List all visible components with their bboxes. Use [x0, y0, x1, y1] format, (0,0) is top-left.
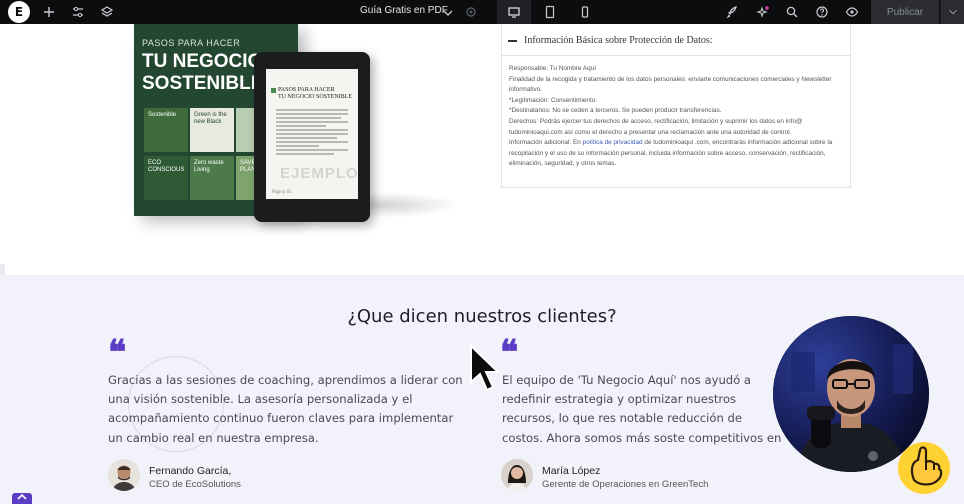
ebook-reader-image: PASOS PARA HACER TU NEGOCIO SOSTENIBLE E… [254, 52, 370, 222]
book-big-title-line-2: SOSTENIBLE [142, 73, 264, 94]
ebook-title-line-1: PASOS PARA HACER [278, 87, 335, 93]
help-icon[interactable] [814, 4, 830, 20]
book-big-title-line-1: TU NEGOCIO [142, 51, 263, 72]
chevron-down-icon [948, 9, 957, 15]
quote-icon: ❝ [500, 333, 519, 373]
quote-icon: ❝ [108, 333, 127, 373]
pointing-hand-icon [898, 442, 950, 494]
elementor-logo-button[interactable]: E [8, 1, 30, 23]
check-icon [271, 88, 276, 93]
ebook-screen: PASOS PARA HACER TU NEGOCIO SOSTENIBLE E… [266, 69, 358, 199]
testimonial-author-name: Fernando García, [149, 465, 232, 477]
privacy-accordion-header[interactable]: Información Básica sobre Protección de D… [502, 24, 850, 56]
gear-icon[interactable] [463, 4, 479, 20]
testimonial-text: Gracias a las sesiones de coaching, apre… [108, 373, 463, 445]
book-small-title: PASOS PARA HACER [142, 38, 241, 48]
privacy-accordion: Información Básica sobre Protección de D… [501, 24, 851, 188]
privacy-line: *Legitimación: Consentimiento. [509, 96, 598, 104]
privacy-policy-link[interactable]: política de privacidad [583, 139, 643, 146]
privacy-line: *Destinatarios: No se ceden a terceros. … [509, 107, 722, 115]
testimonial-author-role: CEO de EcoSolutions [149, 479, 241, 490]
document-title-dropdown[interactable]: Guía Gratis en PDF [360, 5, 448, 16]
book-big-title: TU NEGOCIO SOSTENIBLE [142, 51, 263, 95]
avatar [108, 459, 140, 491]
book-tile: Green is the new Black [190, 108, 234, 152]
ebook-watermark: EJEMPLO [280, 165, 358, 182]
privacy-line: Finalidad de la recogida y tratamiento d… [509, 75, 832, 94]
book-tile: Zero waste Living [190, 156, 234, 200]
privacy-line: Información adicional: En política de pr… [509, 138, 847, 170]
testimonial-author-name: María López [542, 465, 601, 477]
ebook-title-line-2: TU NEGOCIO SOSTENIBLE [278, 94, 352, 100]
minus-icon [508, 40, 517, 42]
plus-icon[interactable] [41, 4, 57, 20]
editor-topbar: E Guía Gratis en PDF Publicar [0, 0, 964, 24]
logo-letter: E [14, 5, 24, 19]
privacy-line: Responsable: Tu Nombre Aquí [509, 65, 597, 72]
ai-sparkle-icon[interactable] [755, 4, 771, 20]
privacy-body: Responsable: Tu Nombre Aquí Finalidad de… [509, 64, 847, 170]
eye-icon[interactable] [844, 4, 860, 20]
ebook-title: PASOS PARA HACER TU NEGOCIO SOSTENIBLE [278, 87, 352, 101]
sliders-icon[interactable] [70, 4, 86, 20]
rocket-icon[interactable] [724, 4, 740, 20]
ebook-text-lines [276, 109, 348, 157]
avatar [501, 459, 533, 491]
book-tile: Sostenible [144, 108, 188, 152]
privacy-line: Derechos: Podrás ejercer tus derechos de… [509, 117, 803, 136]
chevron-up-icon [17, 493, 27, 500]
privacy-title: Información Básica sobre Protección de D… [524, 35, 713, 46]
mouse-cursor-icon [470, 344, 500, 392]
book-tile: ECO CONSCIOUS [144, 156, 188, 200]
testimonial-author-role: Gerente de Operaciones en GreenTech [542, 479, 709, 490]
testimonial-text: El equipo de 'Tu Negocio Aquí' nos ayudó… [502, 373, 782, 451]
scroll-to-top-button[interactable] [12, 493, 32, 504]
tablet-icon[interactable] [542, 4, 558, 20]
desktop-icon[interactable] [506, 4, 522, 20]
mobile-icon[interactable] [577, 4, 593, 20]
search-icon[interactable] [784, 4, 800, 20]
privacy-text: Información adicional: En [509, 139, 583, 147]
publish-button[interactable]: Publicar [871, 0, 939, 24]
ebook-page-number: Página 01 [272, 189, 292, 194]
layers-icon[interactable] [99, 4, 115, 20]
publish-options-button[interactable] [940, 0, 964, 24]
chevron-down-icon[interactable] [440, 5, 456, 21]
